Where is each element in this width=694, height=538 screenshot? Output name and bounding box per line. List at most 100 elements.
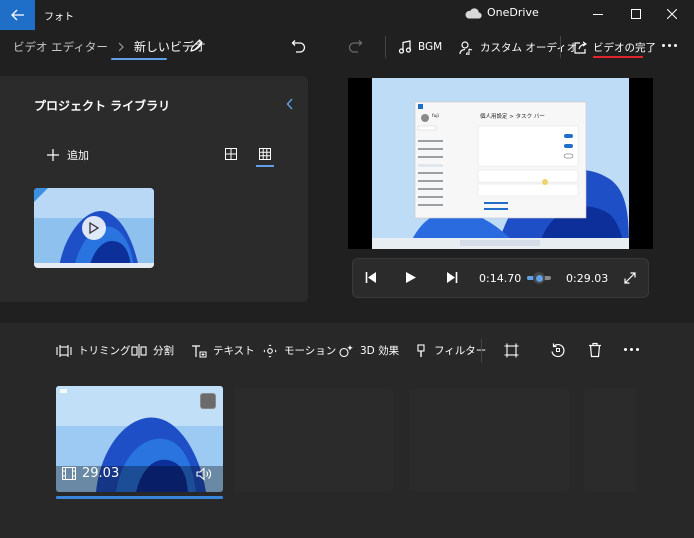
clip-volume-button[interactable]: [196, 467, 213, 481]
chevron-right-icon: [118, 42, 124, 51]
finish-video-underline: [593, 56, 643, 58]
breadcrumb-video-editor[interactable]: ビデオ エディター: [13, 39, 108, 55]
back-arrow-icon: [10, 9, 24, 21]
finish-video-label: ビデオの完了: [593, 42, 656, 54]
trim-icon: [56, 344, 72, 357]
film-icon: [62, 467, 76, 480]
clip-duration: 29.03: [82, 466, 120, 481]
project-title-underline: [111, 58, 167, 60]
more-dots-icon: [624, 348, 639, 351]
plus-icon: [47, 149, 59, 161]
clip-footer: 29.03: [62, 466, 119, 481]
text-icon: [192, 344, 207, 357]
filter-button[interactable]: フィルター: [414, 343, 486, 358]
grid-3x3-icon: [259, 148, 271, 160]
close-icon: [667, 9, 677, 19]
onedrive-status[interactable]: OneDrive: [464, 6, 539, 19]
motion-label: モーション: [284, 345, 337, 357]
rotate-icon: [551, 343, 565, 358]
maximize-icon: [631, 9, 641, 19]
view-large-grid-button[interactable]: [225, 148, 237, 160]
more-dots-icon: [662, 44, 677, 47]
person-audio-icon: [459, 40, 473, 55]
storyboard-more-button[interactable]: [624, 348, 639, 351]
play-icon: [406, 272, 416, 283]
close-button[interactable]: [662, 4, 682, 24]
sparkle-effects-icon: [339, 344, 353, 357]
library-media-item[interactable]: [34, 188, 154, 268]
text-label: テキスト: [213, 345, 255, 357]
play-media-button[interactable]: [82, 216, 106, 240]
expand-icon: [624, 272, 636, 284]
3d-effects-button[interactable]: 3D 効果: [338, 343, 399, 358]
add-label: 追加: [67, 149, 89, 162]
fullscreen-button[interactable]: [624, 272, 636, 284]
pencil-icon: [190, 39, 203, 52]
undo-button[interactable]: [291, 39, 306, 53]
toolbar-divider: [481, 339, 482, 363]
next-frame-button[interactable]: [446, 271, 458, 284]
empty-clip-slot: [584, 389, 636, 491]
storyboard-clip[interactable]: 29.03: [56, 386, 223, 492]
breadcrumb: ビデオ エディター 新しいビデオ: [13, 38, 206, 55]
preview-frame: [372, 78, 629, 249]
clip-selection-bar: [56, 496, 223, 499]
volume-icon: [196, 467, 211, 481]
play-icon: [89, 222, 99, 234]
skip-back-icon: [365, 272, 376, 283]
current-time: 0:14.70: [479, 272, 522, 285]
view-small-grid-underline: [256, 165, 274, 167]
chevron-left-icon: [286, 98, 293, 110]
bgm-button[interactable]: BGM: [398, 40, 442, 54]
finish-video-button[interactable]: ビデオの完了: [573, 40, 656, 55]
rename-button[interactable]: [189, 38, 204, 53]
split-icon: [131, 343, 147, 358]
rotate-button[interactable]: [550, 342, 566, 358]
redo-button: [348, 39, 363, 53]
custom-audio-label: カスタム オーディオ: [480, 42, 578, 54]
add-media-button[interactable]: 追加: [47, 147, 89, 163]
previous-frame-button[interactable]: [365, 271, 377, 284]
total-time: 0:29.03: [566, 272, 609, 285]
trash-icon: [589, 342, 601, 358]
empty-clip-slot: [409, 389, 569, 491]
filter-brush-icon: [417, 343, 425, 357]
trim-label: トリミング: [78, 345, 131, 357]
onedrive-label: OneDrive: [487, 6, 539, 19]
nav-divider-2: [560, 36, 561, 58]
minimize-icon: [593, 14, 603, 15]
minimize-button[interactable]: [588, 4, 608, 24]
grid-2x2-icon: [225, 148, 237, 160]
share-icon: [574, 41, 587, 54]
filter-label: フィルター: [434, 345, 487, 357]
split-label: 分割: [153, 345, 174, 357]
crop-button[interactable]: [504, 343, 519, 358]
empty-clip-slot: [234, 389, 393, 491]
maximize-button[interactable]: [626, 4, 646, 24]
text-button[interactable]: テキスト: [191, 343, 255, 358]
motion-button[interactable]: モーション: [262, 343, 336, 358]
3d-effects-label: 3D 効果: [360, 345, 400, 357]
crop-resize-icon: [504, 343, 519, 358]
music-note-icon: [398, 40, 412, 54]
back-button[interactable]: [0, 0, 35, 30]
view-small-grid-button[interactable]: [259, 148, 271, 160]
nav-divider: [385, 36, 386, 58]
skip-forward-icon: [447, 272, 458, 283]
preview-user-name: fuji: [432, 114, 439, 119]
bgm-label: BGM: [418, 41, 443, 53]
undo-icon: [291, 40, 306, 53]
split-button[interactable]: 分割: [131, 343, 174, 358]
app-title: フォト: [44, 12, 74, 23]
collapse-library-button[interactable]: [286, 98, 294, 110]
clip-select-checkbox[interactable]: [200, 393, 216, 409]
preview-settings-heading: 個人用設定 > タスク バー: [480, 114, 545, 120]
project-library-title: プロジェクト ライブラリ: [34, 99, 171, 113]
more-options-button[interactable]: [662, 44, 677, 47]
trim-button[interactable]: トリミング: [56, 343, 131, 358]
redo-icon: [348, 40, 363, 53]
cloud-icon: [465, 7, 482, 19]
video-preview[interactable]: 個人用設定 > タスク バー fuji: [348, 78, 653, 249]
delete-button[interactable]: [588, 342, 602, 358]
play-button[interactable]: [405, 271, 417, 284]
